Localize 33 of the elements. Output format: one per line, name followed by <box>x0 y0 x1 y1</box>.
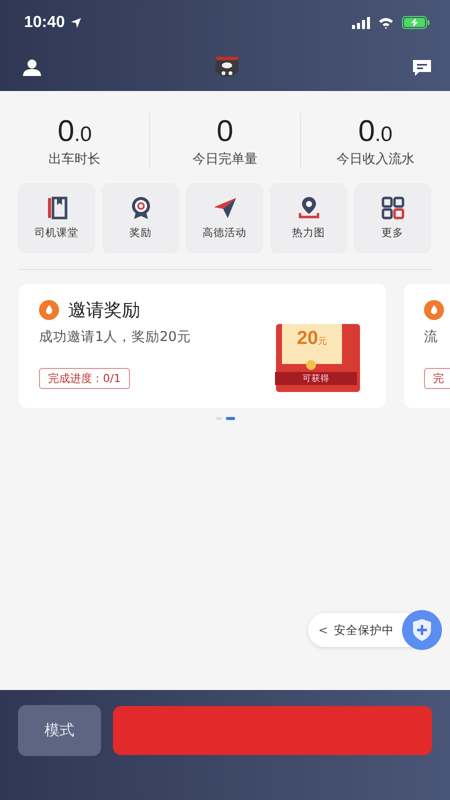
wifi-icon <box>378 16 394 28</box>
shortcut-tile[interactable]: 司机课堂 <box>18 183 95 253</box>
signal-icon <box>352 16 370 28</box>
battery-icon <box>402 16 430 29</box>
stat-label: 今日收入流水 <box>336 150 414 168</box>
stat-label: 今日完单量 <box>192 150 258 168</box>
card-description: 流 <box>424 328 438 346</box>
shortcut-tile[interactable]: 高德活动 <box>186 183 263 253</box>
card-title: 邀请奖励 <box>68 299 140 322</box>
stat-value: 0.0 <box>358 114 392 148</box>
card-description: 成功邀请1人，奖励20元 <box>39 328 191 346</box>
shortcut-tile[interactable]: 更多 <box>354 183 431 253</box>
stat-value: 0.0 <box>58 114 92 148</box>
profile-button[interactable] <box>20 57 44 79</box>
stat-value: 0 <box>216 114 234 148</box>
reward-card[interactable]: 流 完 <box>404 284 450 408</box>
map-pin-icon <box>296 196 320 220</box>
reward-envelope-drawing: 20元 可获得 <box>276 324 360 392</box>
shield-plus-icon <box>402 610 442 650</box>
reward-card[interactable]: 邀请奖励 成功邀请1人，奖励20元 完成进度：0/1 20元 可获得 <box>19 284 386 408</box>
location-arrow-icon <box>70 16 82 28</box>
paper-plane-icon <box>212 196 236 220</box>
mode-button[interactable]: 模式 <box>18 705 101 756</box>
message-button[interactable] <box>410 57 434 79</box>
stat-label: 出车时长 <box>48 150 101 168</box>
flame-icon <box>39 300 59 320</box>
progress-tag: 完成进度：0/1 <box>39 368 130 389</box>
shortcut-tile[interactable]: 热力图 <box>270 183 347 253</box>
grid-icon <box>380 196 404 220</box>
shortcut-tile[interactable]: 奖励 <box>102 183 179 253</box>
status-time: 10:40 <box>24 14 65 32</box>
progress-tag: 完 <box>424 368 450 389</box>
flame-icon <box>424 300 444 320</box>
